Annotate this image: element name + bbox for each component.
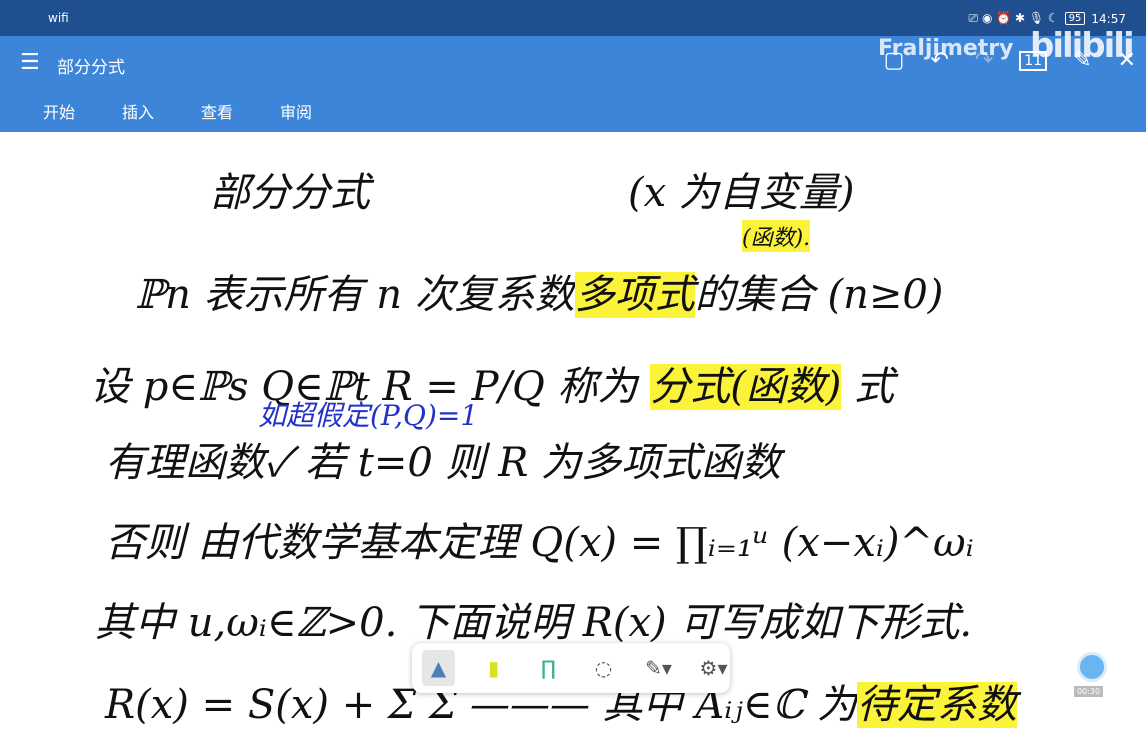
note-line-1: ℙn 表示所有 n 次复系数多项式的集合 (n≥0) [135, 272, 944, 318]
clock: 14:57 [1091, 11, 1126, 26]
record-time: 00:30 [1074, 686, 1104, 697]
note-line-5: 其中 u,ωᵢ∈ℤ>0. 下面说明 R(x) 可写成如下形式. [95, 600, 973, 646]
record-button[interactable] [1077, 652, 1107, 682]
pen-tool-icon[interactable]: ▲ [422, 650, 455, 686]
settings-icon[interactable]: ⚙▾ [697, 650, 730, 686]
wifi-icon: wifi [48, 11, 69, 25]
note-func: (函数). [742, 220, 811, 252]
note-heading: 部分分式 [210, 170, 370, 216]
note-canvas[interactable]: 部分分式 (x 为自变量) (函数). ℙn 表示所有 n 次复系数多项式的集合… [0, 132, 1146, 728]
watermark: Fraljimetry [878, 36, 1014, 61]
status-bar: wifi ⎚ ◉ ⏰ ✱ 🎙 ☾ 95 14:57 [0, 0, 1146, 36]
menu-icon[interactable]: ☰ [20, 50, 40, 75]
tab-insert[interactable]: 插入 [122, 99, 154, 123]
note-line-4: 否则 由代数学基本定理 Q(x) = ∏ᵢ₌₁ᵘ (x−xᵢ)^ωᵢ [105, 520, 974, 566]
pencil-icon[interactable]: ✎▾ [642, 650, 675, 686]
pen-toolbar: ▲ ▮ ∏ ◌ ✎▾ ⚙▾ [412, 643, 730, 693]
doc-title: 部分分式 [57, 58, 125, 78]
lasso-icon[interactable]: ◌ [587, 650, 620, 686]
tab-view[interactable]: 查看 [201, 99, 233, 123]
note-line-2: 设 p∈ℙs Q∈ℙt R = P/Q 称为 分式(函数) 式 [90, 364, 895, 410]
tab-start[interactable]: 开始 [43, 99, 75, 123]
battery-icon: 95 [1064, 12, 1086, 25]
tab-review[interactable]: 审阅 [280, 99, 312, 123]
note-blue-annotation: 如超假定(P,Q)=1 [258, 399, 479, 432]
highlighter-icon[interactable]: ▮ [477, 650, 510, 686]
note-line-3: 有理函数✓ 若 t=0 则 R 为多项式函数 [105, 440, 782, 486]
status-icons: ⎚ ◉ ⏰ ✱ 🎙 ☾ [968, 11, 1059, 25]
eraser-icon[interactable]: ∏ [532, 650, 565, 686]
note-heading-note: (x 为自变量) [628, 170, 855, 216]
bilibili-logo: bilibili [1030, 26, 1135, 66]
